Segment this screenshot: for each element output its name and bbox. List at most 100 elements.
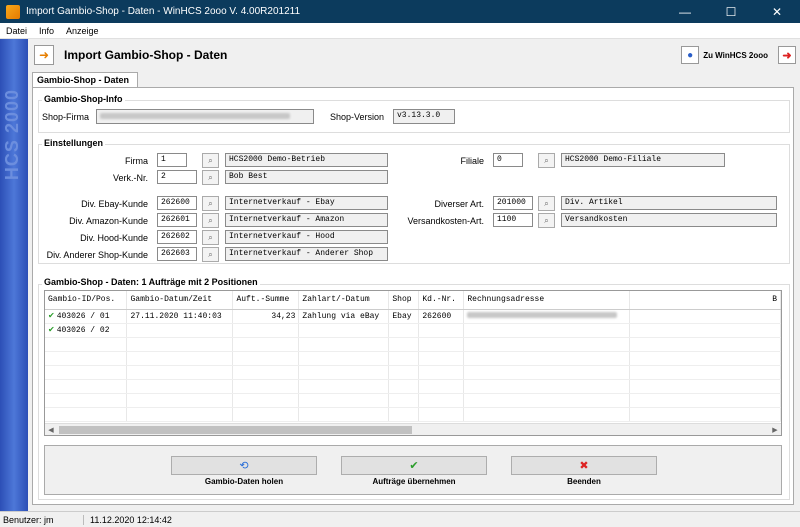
page-title: Import Gambio-Shop - Daten bbox=[64, 48, 228, 62]
quit-label: Beenden bbox=[567, 477, 601, 486]
menu-bar: Datei Info Anzeige bbox=[0, 23, 800, 39]
tab-gambio-shop-daten[interactable]: Gambio-Shop - Daten bbox=[32, 72, 138, 88]
diverser-art-input[interactable]: 201000 bbox=[493, 196, 533, 210]
hood-lookup-icon[interactable]: ⌕ bbox=[202, 230, 219, 245]
ebay-label: Div. Ebay-Kunde bbox=[81, 199, 148, 209]
grid-header-row: Gambio-ID/Pos. Gambio-Datum/Zeit Auft.-S… bbox=[45, 291, 781, 310]
other-shop-name-field: Internetverkauf - Anderer Shop bbox=[225, 247, 388, 261]
col-gambio-datum[interactable]: Gambio-Datum/Zeit bbox=[126, 291, 234, 310]
fetch-gambio-label: Gambio-Daten holen bbox=[204, 477, 284, 486]
status-bar: Benutzer: jm 11.12.2020 12:14:42 bbox=[0, 511, 800, 527]
shop-version-field: v3.13.3.0 bbox=[393, 109, 455, 124]
col-kd-nr[interactable]: Kd.-Nr. bbox=[418, 291, 465, 310]
shop-version-label: Shop-Version bbox=[329, 112, 384, 122]
form-header: ➜ Import Gambio-Shop - Daten ● Zu WinHCS… bbox=[28, 39, 800, 71]
diverser-art-lookup-icon[interactable]: ⌕ bbox=[538, 196, 555, 211]
verk-input[interactable]: 2 bbox=[157, 170, 197, 184]
cell-id: ✔ 403026 / 02 bbox=[45, 323, 128, 338]
scroll-left-icon[interactable]: ◀ bbox=[45, 424, 57, 435]
amazon-label: Div. Amazon-Kunde bbox=[69, 216, 148, 226]
brand-sidebar: HCS 2000 bbox=[0, 39, 28, 511]
menu-info[interactable]: Info bbox=[33, 26, 60, 36]
horizontal-scrollbar[interactable]: ◀ ▶ bbox=[45, 423, 781, 435]
cell-zahlart: Zahlung via eBay bbox=[298, 309, 390, 324]
status-user: Benutzer: jm bbox=[0, 514, 84, 525]
firma-name-field: HCS2000 Demo-Betrieb bbox=[225, 153, 388, 167]
close-window-button[interactable]: ✕ bbox=[754, 0, 800, 23]
title-bar: Import Gambio-Shop - Daten - WinHCS 2ooo… bbox=[0, 0, 800, 23]
amazon-lookup-icon[interactable]: ⌕ bbox=[202, 213, 219, 228]
col-auft-summe[interactable]: Auft.-Summe bbox=[232, 291, 300, 310]
verk-lookup-icon[interactable]: ⌕ bbox=[202, 170, 219, 185]
cell-kdnr: 262600 bbox=[418, 309, 465, 324]
status-datetime: 11.12.2020 12:14:42 bbox=[90, 514, 172, 525]
scroll-right-icon[interactable]: ▶ bbox=[769, 424, 781, 435]
versand-art-name-field: Versandkosten bbox=[561, 213, 777, 227]
app-icon bbox=[6, 4, 20, 19]
other-shop-lookup-icon[interactable]: ⌕ bbox=[202, 247, 219, 262]
cell-shop: Ebay bbox=[388, 309, 420, 324]
amazon-input[interactable]: 262601 bbox=[157, 213, 197, 227]
filiale-lookup-icon[interactable]: ⌕ bbox=[538, 153, 555, 168]
exit-icon[interactable]: ➜ bbox=[778, 46, 796, 64]
menu-datei[interactable]: Datei bbox=[0, 26, 33, 36]
scroll-thumb[interactable] bbox=[59, 426, 412, 434]
verk-name-field: Bob Best bbox=[225, 170, 388, 184]
other-shop-label: Div. Anderer Shop-Kunde bbox=[46, 250, 148, 260]
firma-lookup-icon[interactable]: ⌕ bbox=[202, 153, 219, 168]
menu-anzeige[interactable]: Anzeige bbox=[60, 26, 105, 36]
hood-input[interactable]: 262602 bbox=[157, 230, 197, 244]
versand-art-lookup-icon[interactable]: ⌕ bbox=[538, 213, 555, 228]
cross-icon: ✖ bbox=[579, 459, 589, 472]
goto-winhcs-button[interactable]: ● Zu WinHCS 2ooo bbox=[681, 46, 768, 64]
col-rechnungsadresse[interactable]: Rechnungsadresse bbox=[463, 291, 631, 310]
filiale-name-field: HCS2000 Demo-Filiale bbox=[561, 153, 725, 167]
fetch-gambio-button[interactable]: ⟲ bbox=[171, 456, 317, 475]
minimize-button[interactable]: — bbox=[662, 0, 708, 23]
orders-title: Gambio-Shop - Daten: 1 Aufträge mit 2 Po… bbox=[42, 277, 260, 287]
users-icon: ● bbox=[681, 46, 700, 64]
shop-firma-field bbox=[96, 109, 314, 124]
check-icon: ✔ bbox=[48, 311, 55, 320]
ebay-lookup-icon[interactable]: ⌕ bbox=[202, 196, 219, 211]
col-zahlart[interactable]: Zahlart/-Datum bbox=[298, 291, 390, 310]
filiale-label: Filiale bbox=[460, 156, 484, 166]
diverser-art-label: Diverser Art. bbox=[434, 199, 484, 209]
goto-winhcs-label: Zu WinHCS 2ooo bbox=[703, 50, 768, 60]
window-title: Import Gambio-Shop - Daten - WinHCS 2ooo… bbox=[26, 6, 301, 17]
ebay-input[interactable]: 262600 bbox=[157, 196, 197, 210]
col-b[interactable]: B bbox=[629, 291, 781, 310]
settings-title: Einstellungen bbox=[42, 138, 106, 148]
cell-datum: 27.11.2020 11:40:03 bbox=[126, 309, 234, 324]
amazon-name-field: Internetverkauf - Amazon bbox=[225, 213, 388, 227]
other-shop-input[interactable]: 262603 bbox=[157, 247, 197, 261]
shop-firma-label: Shop-Firma bbox=[42, 112, 90, 122]
fetch-icon: ⟲ bbox=[239, 460, 249, 472]
firma-input[interactable]: 1 bbox=[157, 153, 187, 167]
action-panel: ⟲ Gambio-Daten holen ✔ Aufträge übernehm… bbox=[44, 445, 782, 495]
versand-art-input[interactable]: 1100 bbox=[493, 213, 533, 227]
col-shop[interactable]: Shop bbox=[388, 291, 420, 310]
diverser-art-name-field: Div. Artikel bbox=[561, 196, 777, 210]
maximize-button[interactable]: ☐ bbox=[708, 0, 754, 23]
table-row[interactable]: ✔ 403026 / 01 27.11.2020 11:40:03 34,23 Z… bbox=[45, 309, 781, 324]
quit-button[interactable]: ✖ bbox=[511, 456, 657, 475]
filiale-input[interactable]: 0 bbox=[493, 153, 523, 167]
check-icon: ✔ bbox=[48, 325, 55, 334]
versand-art-label: Versandkosten-Art. bbox=[407, 216, 484, 226]
accept-orders-button[interactable]: ✔ bbox=[341, 456, 487, 475]
ebay-name-field: Internetverkauf - Ebay bbox=[225, 196, 388, 210]
cell-id: ✔ 403026 / 01 bbox=[45, 309, 128, 324]
check-icon: ✔ bbox=[409, 459, 419, 472]
verk-label: Verk.-Nr. bbox=[112, 173, 148, 183]
import-icon[interactable]: ➜ bbox=[34, 45, 54, 65]
orders-grid[interactable]: Gambio-ID/Pos. Gambio-Datum/Zeit Auft.-S… bbox=[44, 290, 782, 436]
hood-name-field: Internetverkauf - Hood bbox=[225, 230, 388, 244]
accept-orders-label: Aufträge übernehmen bbox=[372, 477, 456, 486]
cell-address bbox=[463, 309, 631, 324]
shop-info-title: Gambio-Shop-Info bbox=[42, 94, 125, 104]
table-row[interactable]: ✔ 403026 / 02 bbox=[45, 323, 781, 338]
firma-label: Firma bbox=[125, 156, 148, 166]
cell-summe: 34,23 bbox=[232, 309, 300, 324]
col-gambio-id[interactable]: Gambio-ID/Pos. bbox=[45, 291, 128, 310]
